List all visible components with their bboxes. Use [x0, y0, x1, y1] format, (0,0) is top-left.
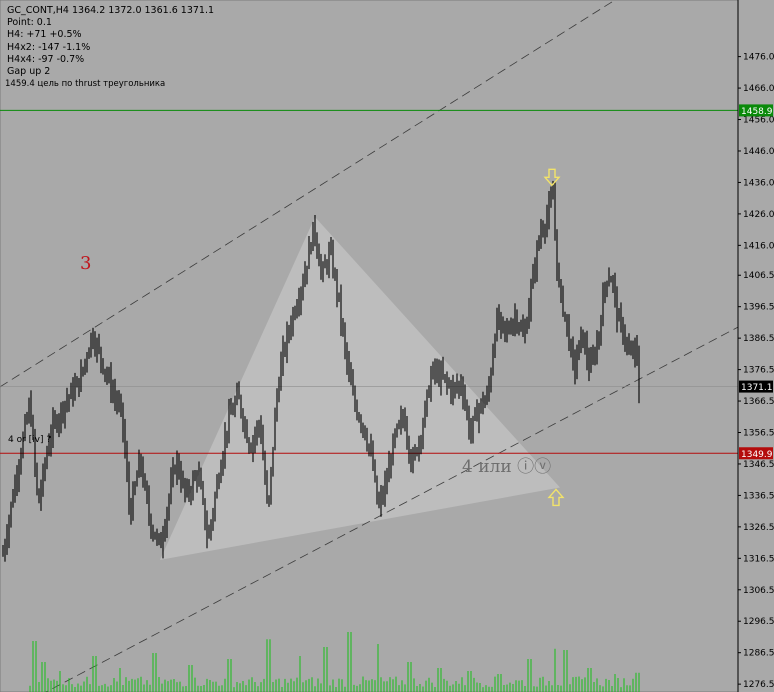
price-tick-label: 1316.5 [743, 554, 774, 564]
price-tick-label: 1376.5 [743, 366, 774, 376]
h4x2-change: H4x2: -147 -1.1% [7, 41, 91, 53]
price-tick-label: 1276.5 [743, 680, 774, 690]
wave-4-small-label: 4 or [iv] ? [8, 435, 52, 445]
price-tick-label: 1396.5 [743, 303, 774, 313]
symbol-line: GC_CONT,H4 1364.2 1372.0 1361.6 1371.1 [7, 5, 215, 16]
symbol-info-panel: GC_CONT,H4 1364.2 1372.0 1361.6 1371.1 P… [7, 5, 214, 78]
arrow-down-icon [543, 168, 561, 187]
price-tick-label: 1336.5 [743, 491, 774, 501]
price-tick-label: 1456.0 [743, 116, 774, 126]
price-tick-label: 1366.5 [743, 397, 774, 407]
price-tick-label: 1296.5 [743, 617, 774, 627]
triangle-pattern [160, 217, 560, 560]
chart-area[interactable]: 1476.0 1466.0 1456.0 1446.0 1436.0 1426.0 1416… [0, 0, 774, 692]
point-line: Point: 0.1 [7, 17, 52, 29]
target-level-label: 1459.4 цель по thrust треугольника [5, 79, 166, 89]
price-tick-label: 1346.5 [743, 460, 774, 470]
price-tick-label: 1436.0 [743, 178, 774, 188]
green-price-label: 1458.9 [741, 107, 773, 117]
price-tick-label: 1326.5 [743, 523, 774, 533]
price-tick-label: 1476.0 [743, 53, 774, 63]
price-tick-label: 1306.5 [743, 586, 774, 596]
price-tick-label: 1446.0 [743, 147, 774, 157]
price-tick-label: 1466.0 [743, 84, 774, 94]
arrow-up-icon [547, 488, 565, 507]
price-tick-label: 1356.5 [743, 429, 774, 439]
red-price-label: 1349.9 [741, 450, 773, 460]
price-chart[interactable]: 1476.0 1466.0 1456.0 1446.0 1436.0 1426.0 1416… [0, 0, 774, 692]
price-tick-label: 1426.0 [743, 210, 774, 220]
price-tick-label: 1406.5 [743, 271, 774, 281]
price-tick-label: 1286.5 [743, 649, 774, 659]
h4x4-change: H4x4: -97 -0.7% [7, 53, 85, 65]
wave-4-label: 4 или ⓘⓥ [462, 457, 552, 477]
gap-line: Gap up 2 [7, 66, 51, 78]
price-tick-label: 1416.0 [743, 241, 774, 251]
last-price-label: 1371.1 [741, 383, 773, 393]
wave-3-label: 3 [80, 253, 92, 274]
price-tick-label: 1386.5 [743, 334, 774, 344]
h4-change: H4: +71 +0.5% [7, 29, 82, 41]
